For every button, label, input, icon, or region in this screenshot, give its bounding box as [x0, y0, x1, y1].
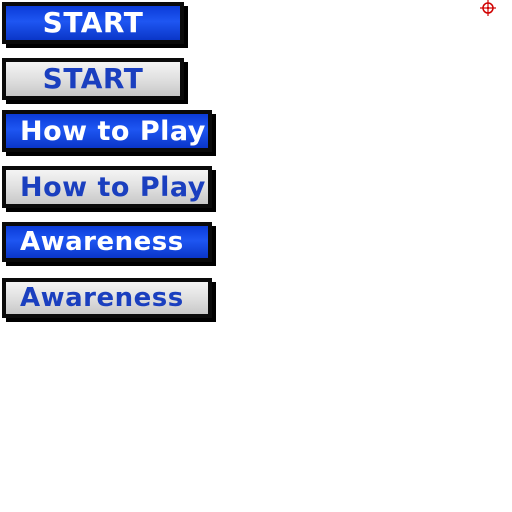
awareness-button-pressed[interactable]: Awareness [2, 278, 212, 318]
awareness-button[interactable]: Awareness [2, 222, 212, 262]
start-button[interactable]: START [2, 2, 184, 44]
how-to-play-button[interactable]: How to Play [2, 110, 212, 152]
crosshair-icon [480, 0, 496, 16]
awareness-button-label: Awareness [20, 227, 184, 257]
start-button-pressed[interactable]: START [2, 58, 184, 100]
start-button-pressed-label: START [42, 62, 144, 95]
how-to-play-button-pressed[interactable]: How to Play [2, 166, 212, 208]
how-to-play-button-pressed-label: How to Play [20, 171, 206, 203]
start-button-label: START [42, 6, 144, 39]
how-to-play-button-label: How to Play [20, 115, 206, 147]
awareness-button-pressed-label: Awareness [20, 283, 184, 313]
